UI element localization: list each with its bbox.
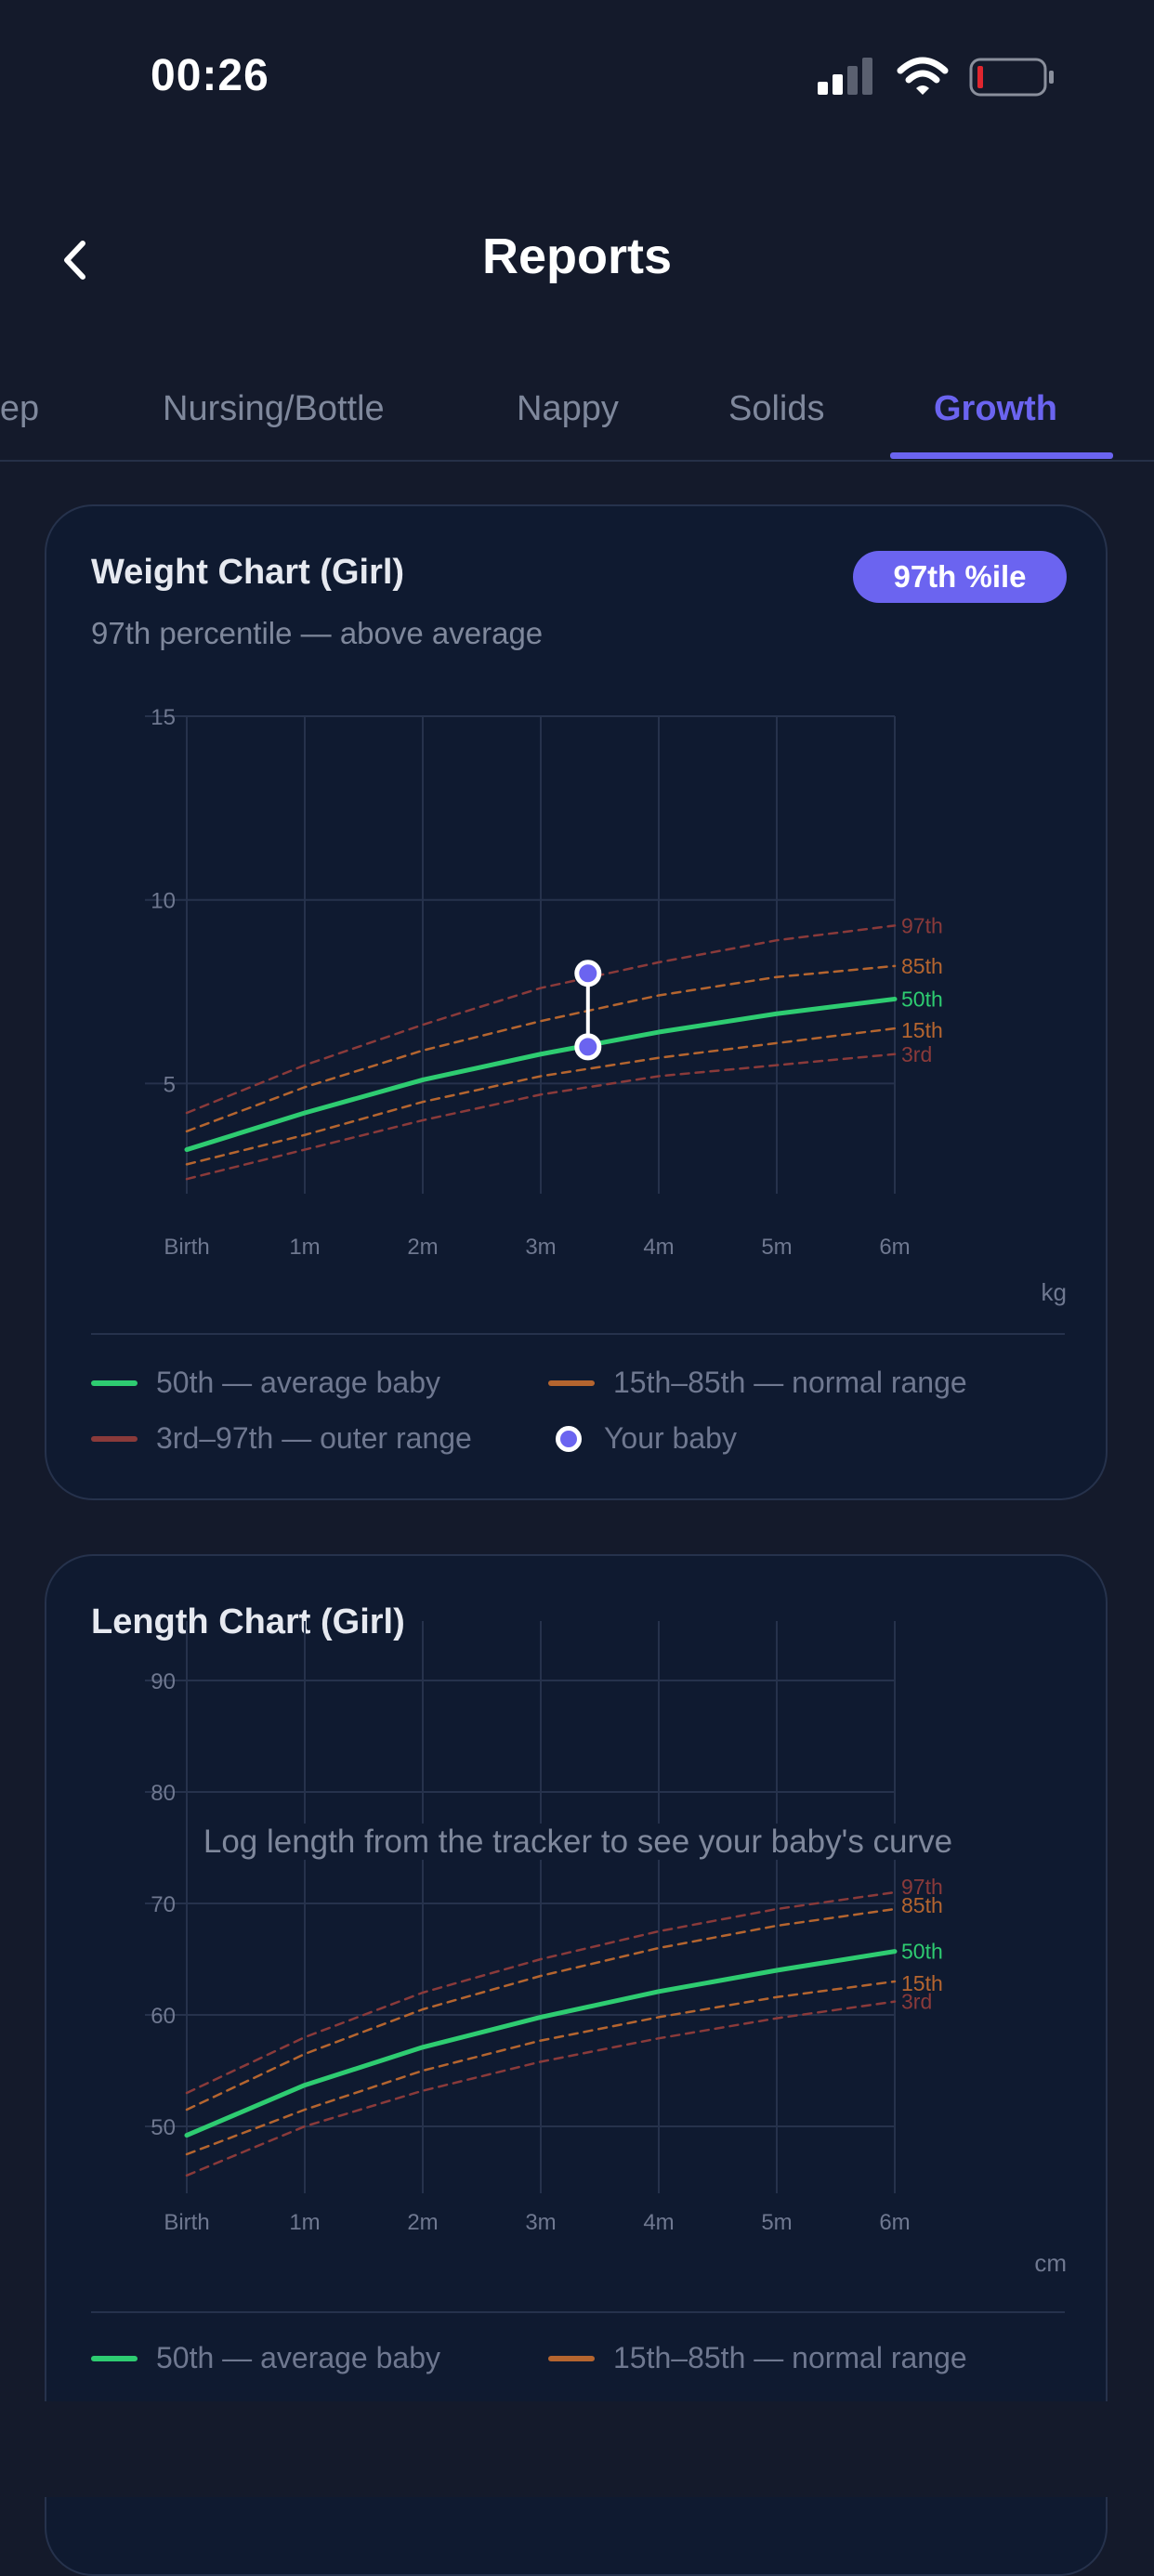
x-tick-label: 2m	[407, 2210, 438, 2235]
battery-icon	[969, 58, 1054, 97]
legend-swatch-normal	[548, 1380, 595, 1386]
wifi-icon	[897, 57, 949, 95]
y-tick-label: 15	[151, 705, 176, 730]
x-tick-label: 2m	[407, 1235, 438, 1260]
y-tick-label: 10	[151, 889, 176, 914]
legend-outer: 3rd–97th — outer range	[91, 1421, 472, 1456]
legend-normal: 15th–85th — normal range	[548, 1366, 967, 1400]
legend-outer-label: 3rd–97th — outer range	[156, 1421, 472, 1455]
status-bar: 00:26	[0, 0, 1154, 139]
tab-sleep[interactable]: Sleep	[0, 389, 39, 429]
series-end-label-3rd: 3rd	[901, 1990, 932, 2014]
tab-nursing-bottle[interactable]: Nursing/Bottle	[163, 389, 385, 429]
length-empty-message-text: Log length from the tracker to see your …	[195, 1824, 961, 1860]
series-end-label-3rd: 3rd	[901, 1042, 932, 1066]
legend-normal-label: 15th–85th — normal range	[613, 2341, 967, 2374]
weight-chart-card: Weight Chart (Girl) 97th percentile — ab…	[45, 504, 1108, 1500]
legend-average: 50th — average baby	[91, 1366, 440, 1400]
page-title: Reports	[481, 229, 673, 284]
tab-solids[interactable]: Solids	[728, 389, 825, 429]
legend-normal-label: 15th–85th — normal range	[613, 1366, 967, 1399]
status-time: 00:26	[151, 51, 269, 100]
x-tick-label: Birth	[164, 2210, 209, 2235]
legend-average-label: 50th — average baby	[156, 1366, 440, 1399]
baby-data-point	[574, 960, 602, 987]
tab-bar: Sleep Nursing/Bottle Nappy Solids Growth	[0, 376, 1154, 462]
x-tick-label: 5m	[761, 1235, 792, 1260]
legend-baby-label: Your baby	[604, 1421, 737, 1455]
x-tick-label: 4m	[643, 1235, 674, 1260]
x-tick-label: 3m	[525, 2210, 556, 2235]
legend-divider	[91, 2311, 1065, 2313]
legend-baby: Your baby	[548, 1421, 737, 1456]
y-tick-label: 60	[151, 2004, 176, 2029]
unit-label: cm	[1034, 2249, 1067, 2277]
tab-growth[interactable]: Growth	[934, 389, 1057, 429]
legend-swatch-normal	[548, 2355, 595, 2361]
length-empty-message: Log length from the tracker to see your …	[158, 1814, 998, 1870]
y-tick-label: 50	[151, 2115, 176, 2140]
y-tick-label: 90	[151, 1669, 176, 1694]
x-tick-label: 5m	[761, 2210, 792, 2235]
x-tick-label: 3m	[525, 1235, 556, 1260]
tab-nappy[interactable]: Nappy	[517, 389, 619, 429]
legend-normal: 15th–85th — normal range	[548, 2341, 967, 2375]
x-tick-label: 6m	[879, 1235, 910, 1260]
header: Reports	[0, 204, 1154, 316]
signal-icon	[818, 58, 872, 95]
x-tick-label: 1m	[289, 1235, 320, 1260]
legend-average-label: 50th — average baby	[156, 2341, 440, 2374]
series-end-label-50th: 50th	[901, 987, 943, 1011]
unit-label: kg	[1042, 1278, 1067, 1306]
x-tick-label: 4m	[643, 2210, 674, 2235]
tab-active-indicator	[890, 452, 1113, 459]
legend-average: 50th — average baby	[91, 2341, 440, 2375]
legend-swatch-average	[91, 1380, 138, 1386]
legend-swatch-average	[91, 2355, 138, 2361]
x-tick-label: Birth	[164, 1235, 209, 1260]
y-tick-label: 70	[151, 1892, 176, 1917]
length-chart: Birth 1m 2m 3m 4m 5m 6m506070809097th85th50th1…	[145, 1621, 1067, 2277]
bottom-safe-area	[0, 2401, 1154, 2497]
legend-baby-dot	[556, 1425, 582, 1452]
legend-divider	[91, 1333, 1065, 1335]
y-tick-label: 80	[151, 1781, 176, 1806]
x-tick-label: 1m	[289, 2210, 320, 2235]
series-end-label-97th: 97th	[901, 913, 943, 937]
series-end-label-15th: 15th	[901, 1018, 943, 1042]
weight-chart: Birth 1m 2m 3m 4m 5m 6m 5 10 15 97th 85th 50th 15th3r…	[145, 705, 1067, 1306]
series-end-label-85th: 85th	[901, 1893, 943, 1917]
series-end-label-85th: 85th	[901, 954, 943, 978]
baby-data-point	[574, 1033, 602, 1061]
series-end-label-50th: 50th	[901, 1940, 943, 1964]
y-tick-label: 5	[164, 1072, 176, 1097]
legend-swatch-outer	[91, 1435, 138, 1442]
x-tick-label: 6m	[879, 2210, 910, 2235]
